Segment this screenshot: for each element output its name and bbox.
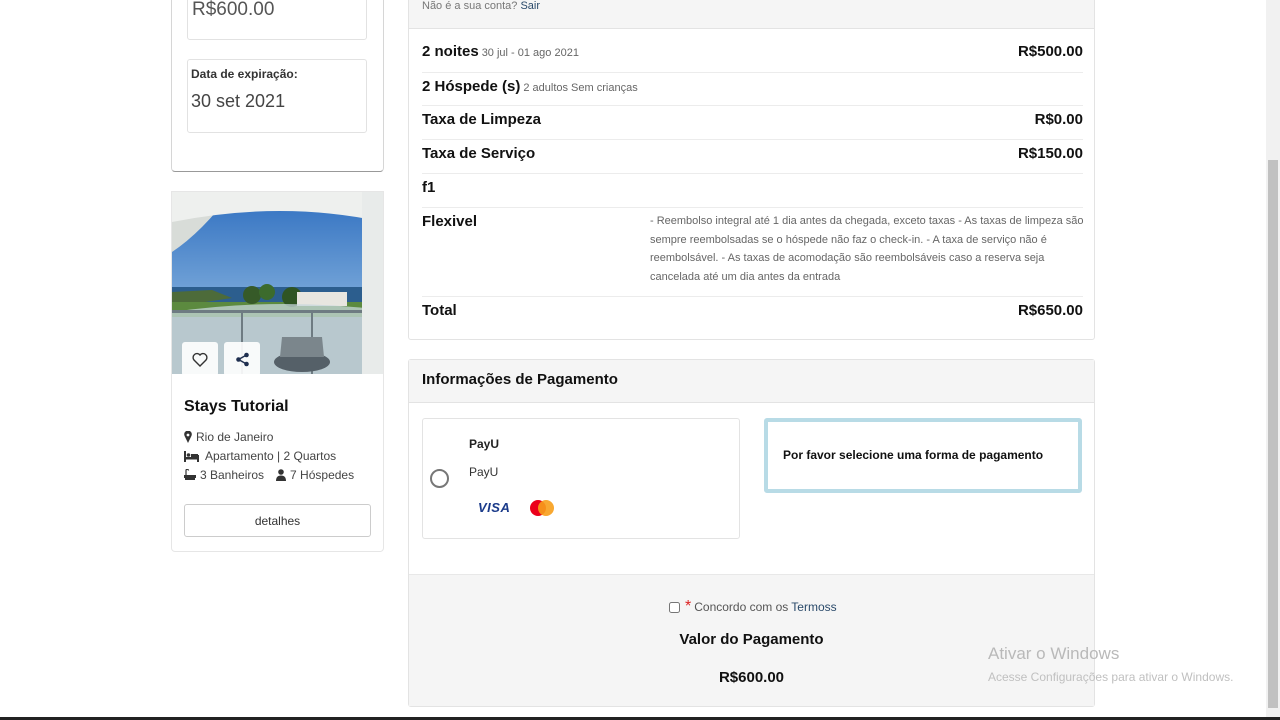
terms-agreement: * Concordo com os Termoss bbox=[669, 598, 837, 616]
f1-label: f1 bbox=[422, 179, 436, 196]
payment-heading: Informações de Pagamento bbox=[422, 371, 618, 388]
payment-footer: * Concordo com os Termoss Valor do Pagam… bbox=[409, 574, 1094, 706]
guests-text: 7 Hóspedes bbox=[290, 468, 355, 482]
policy-label: Flexivel bbox=[422, 213, 478, 230]
cleaning-fee-label: Taxa de Limpeza bbox=[422, 111, 541, 128]
price-box: R$600.00 bbox=[187, 0, 367, 40]
notice-text: Por favor selecione uma forma de pagamen… bbox=[783, 448, 1044, 462]
not-your-account-text: Não é a sua conta? bbox=[422, 0, 518, 12]
f1-row: f1 bbox=[422, 174, 1083, 208]
windows-watermark-title: Ativar o Windows bbox=[988, 644, 1120, 663]
service-fee-value: R$150.00 bbox=[1017, 145, 1083, 162]
service-fee-label: Taxa de Serviço bbox=[422, 145, 536, 162]
summary-header: Não é a sua conta? Sair bbox=[409, 0, 1094, 29]
not-your-account: Não é a sua conta? Sair bbox=[422, 0, 540, 12]
property-title: Stays Tutorial bbox=[184, 398, 289, 415]
total-row: Total R$650.00 bbox=[422, 297, 1083, 331]
nights-row: 2 noites 30 jul - 01 ago 2021 R$500.00 bbox=[422, 29, 1083, 73]
bed-icon bbox=[184, 450, 199, 462]
property-photo bbox=[172, 192, 383, 374]
payment-method-payu[interactable]: PayU PayU VISA bbox=[422, 418, 740, 539]
nights-label: 2 noites 30 jul - 01 ago 2021 bbox=[422, 43, 579, 60]
terms-checkbox[interactable] bbox=[669, 601, 680, 613]
terms-link[interactable]: Termoss bbox=[791, 600, 836, 614]
mastercard-logo bbox=[530, 500, 554, 516]
payu-radio[interactable] bbox=[430, 469, 449, 488]
share-icon bbox=[235, 352, 249, 366]
map-pin-icon bbox=[184, 431, 192, 443]
policy-text: - Reembolso integral até 1 dia antes da … bbox=[650, 215, 1084, 283]
booking-summary: Não é a sua conta? Sair 2 noites 30 jul -… bbox=[408, 0, 1095, 340]
nights-dates: 30 jul - 01 ago 2021 bbox=[481, 47, 579, 59]
windows-watermark-subtitle: Acesse Configurações para ativar o Windo… bbox=[988, 670, 1234, 684]
required-star: * bbox=[685, 598, 692, 615]
expiration-value: 30 set 2021 bbox=[191, 91, 286, 111]
favorite-button[interactable] bbox=[182, 342, 218, 374]
guests-detail: 2 adultos Sem crianças bbox=[523, 82, 638, 94]
guests-label: 2 Hóspede (s) 2 adultos Sem crianças bbox=[422, 78, 638, 95]
location-text: Rio de Janeiro bbox=[196, 430, 274, 444]
property-location: Rio de Janeiro bbox=[184, 430, 273, 444]
logout-link[interactable]: Sair bbox=[520, 0, 540, 12]
visa-logo: VISA bbox=[478, 500, 511, 515]
nights-value: R$500.00 bbox=[1017, 43, 1083, 60]
guests-row: 2 Hóspede (s) 2 adultos Sem crianças bbox=[422, 73, 1083, 106]
bathrooms-text: 3 Banheiros bbox=[200, 468, 265, 482]
cleaning-fee-row: Taxa de Limpeza R$0.00 bbox=[422, 106, 1083, 140]
scrollbar-thumb[interactable] bbox=[1268, 160, 1278, 708]
property-card: Stays Tutorial Rio de Janeiro Apartament… bbox=[171, 191, 384, 552]
property-type: Apartamento | 2 Quartos bbox=[184, 449, 336, 463]
property-bath-guests: 3 Banheiros 7 Hóspedes bbox=[184, 468, 354, 482]
payment-header: Informações de Pagamento bbox=[409, 360, 1094, 403]
cancellation-policy-row: Flexivel - Reembolso integral até 1 dia … bbox=[422, 208, 1084, 297]
type-text: Apartamento | 2 Quartos bbox=[205, 449, 337, 463]
agree-text: Concordo com os bbox=[694, 600, 789, 614]
share-button[interactable] bbox=[224, 342, 260, 374]
payu-subtitle: PayU bbox=[469, 465, 499, 479]
nights-label-text: 2 noites bbox=[422, 43, 479, 60]
total-label: Total bbox=[422, 302, 457, 319]
expiration-box: Data de expiração: 30 set 2021 bbox=[187, 59, 367, 133]
cleaning-fee-value: R$0.00 bbox=[1034, 111, 1083, 128]
details-button[interactable]: detalhes bbox=[184, 504, 371, 537]
service-fee-row: Taxa de Serviço R$150.00 bbox=[422, 140, 1083, 174]
expiration-label: Data de expiração: bbox=[191, 67, 298, 81]
guests-label-text: 2 Hóspede (s) bbox=[422, 78, 521, 95]
bath-icon bbox=[184, 469, 196, 480]
select-payment-notice: Por favor selecione uma forma de pagamen… bbox=[764, 418, 1082, 493]
payu-name: PayU bbox=[469, 437, 500, 451]
price-value: R$600.00 bbox=[192, 0, 275, 20]
heart-icon bbox=[192, 352, 208, 367]
total-value: R$650.00 bbox=[1017, 302, 1083, 319]
user-icon bbox=[276, 469, 287, 481]
